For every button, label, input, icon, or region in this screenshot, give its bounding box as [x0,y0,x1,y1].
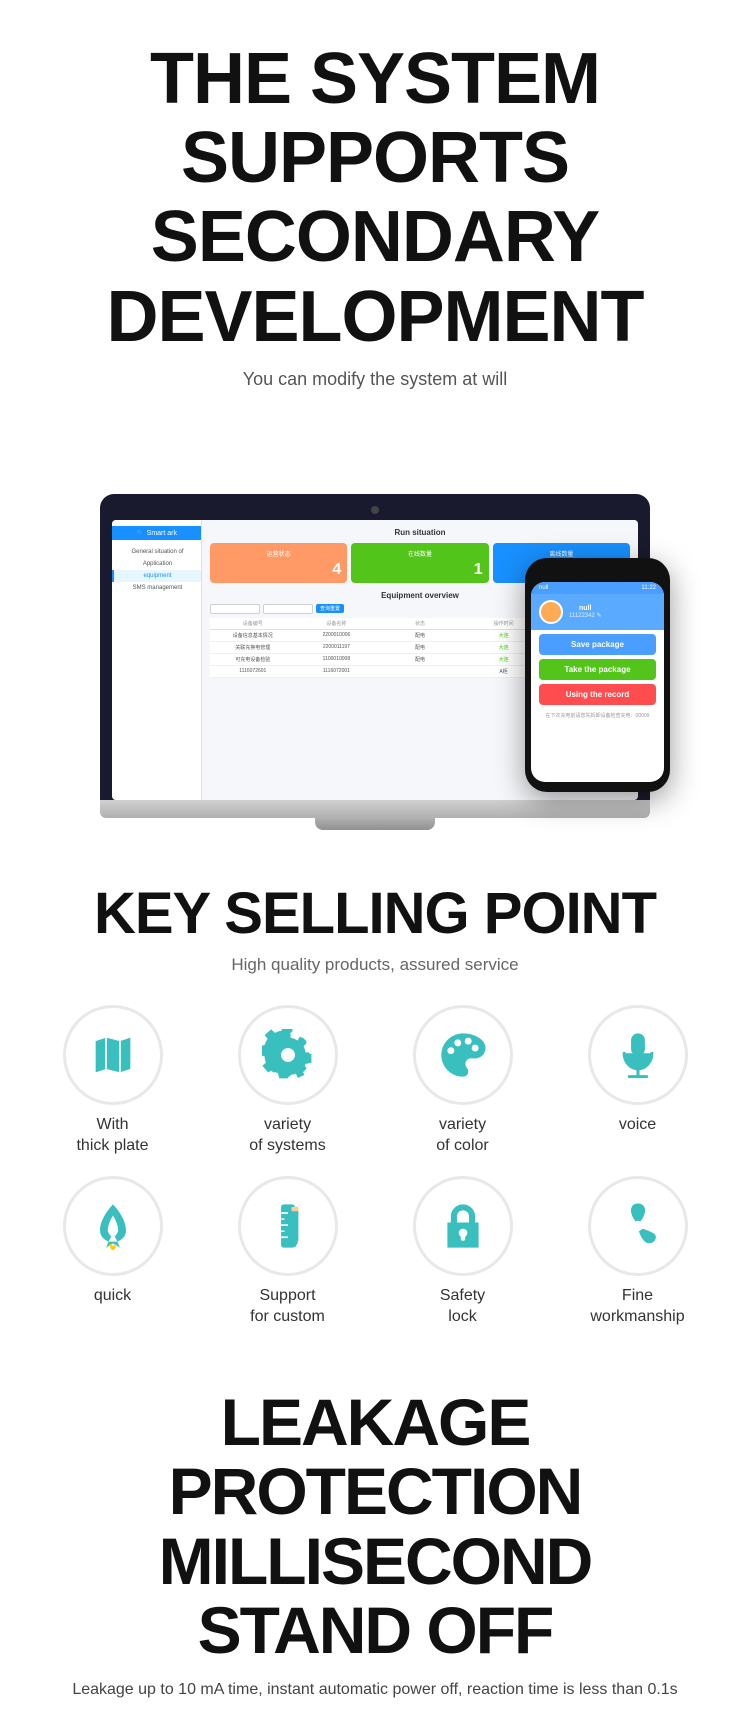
fan-icon [612,1200,664,1252]
hero-title: THE SYSTEM SUPPORTS SECONDARY DEVELOPMEN… [30,40,720,357]
feature-variety-color: varietyof color [380,1005,545,1157]
feature-fine-workmanship: Fineworkmanship [555,1176,720,1328]
take-package-button[interactable]: Take the package [539,659,656,680]
feature-variety-systems: varietyof systems [205,1005,370,1157]
feature-icon-circle [413,1005,513,1105]
ruler-icon [262,1200,314,1252]
gear-icon [262,1029,314,1081]
dashboard-logo: 🔷 Smart ark [112,526,201,540]
features-grid: Withthick plate [20,1005,730,1328]
phone-bottom-text: 在下次充电前请您先拆卸设备检查充电：00009 [531,709,664,722]
hero-section: THE SYSTEM SUPPORTS SECONDARY DEVELOPMEN… [0,0,750,830]
feature-icon-circle [63,1176,163,1276]
feature-icon-circle [588,1176,688,1276]
feature-icon-circle [238,1176,338,1276]
sidebar-application: Application [112,558,201,570]
feature-label-support-custom: Supportfor custom [250,1286,325,1328]
feature-safety-lock: Safetylock [380,1176,545,1328]
device-mockup: 🔷 Smart ark General situation of Applica… [30,410,720,830]
feature-icon-circle [588,1005,688,1105]
feature-label-color: varietyof color [436,1115,488,1157]
selling-subtitle: High quality products, assured service [20,955,730,975]
leakage-section: LEAKAGE PROTECTION MILLISECOND STAND OFF… [0,1358,750,1723]
map-icon [87,1029,139,1081]
feature-label-thick-plate: Withthick plate [76,1115,148,1157]
phone-profile: null 11122342 ✎ [531,594,664,630]
feature-voice: voice [555,1005,720,1157]
leakage-description: Leakage up to 10 mA time, instant automa… [20,1677,730,1703]
phone-id: 11122342 ✎ [569,612,602,619]
phone-status-bar: null 11:22 [531,582,664,594]
using-record-button[interactable]: Using the record [539,684,656,705]
phone-mockup: null 11:22 null 11122342 ✎ Save package … [525,558,670,792]
phone-avatar [539,600,563,624]
sidebar-sms: SMS management [112,582,201,594]
feature-label-voice: voice [619,1115,656,1136]
card-green: 在线数量 1 [351,543,488,583]
feature-label-systems: varietyof systems [249,1115,325,1157]
feature-thick-plate: Withthick plate [30,1005,195,1157]
hero-subtitle: You can modify the system at will [30,369,720,390]
feature-label-fine-workmanship: Fineworkmanship [590,1286,684,1328]
selling-title: KEY SELLING POINT [20,880,730,947]
lock-icon [437,1200,489,1252]
phone-name: null [569,605,602,612]
save-package-button[interactable]: Save package [539,634,656,655]
rocket-icon [87,1200,139,1252]
sidebar-equipment: equipment [112,570,201,582]
run-situation-title: Run situation [210,528,630,537]
palette-icon [437,1029,489,1081]
mic-icon [612,1029,664,1081]
selling-section: KEY SELLING POINT High quality products,… [0,830,750,1358]
feature-icon-circle [63,1005,163,1105]
feature-label-quick: quick [94,1286,131,1307]
sidebar-general: General situation of [112,546,201,558]
feature-label-safety-lock: Safetylock [440,1286,485,1328]
feature-quick: quick [30,1176,195,1328]
feature-icon-circle [413,1176,513,1276]
search-button[interactable]: 查询重置 [316,604,344,613]
leakage-title: LEAKAGE PROTECTION MILLISECOND STAND OFF [20,1388,730,1665]
feature-icon-circle [238,1005,338,1105]
feature-support-custom: Supportfor custom [205,1176,370,1328]
card-orange: 运营状态 4 [210,543,347,583]
